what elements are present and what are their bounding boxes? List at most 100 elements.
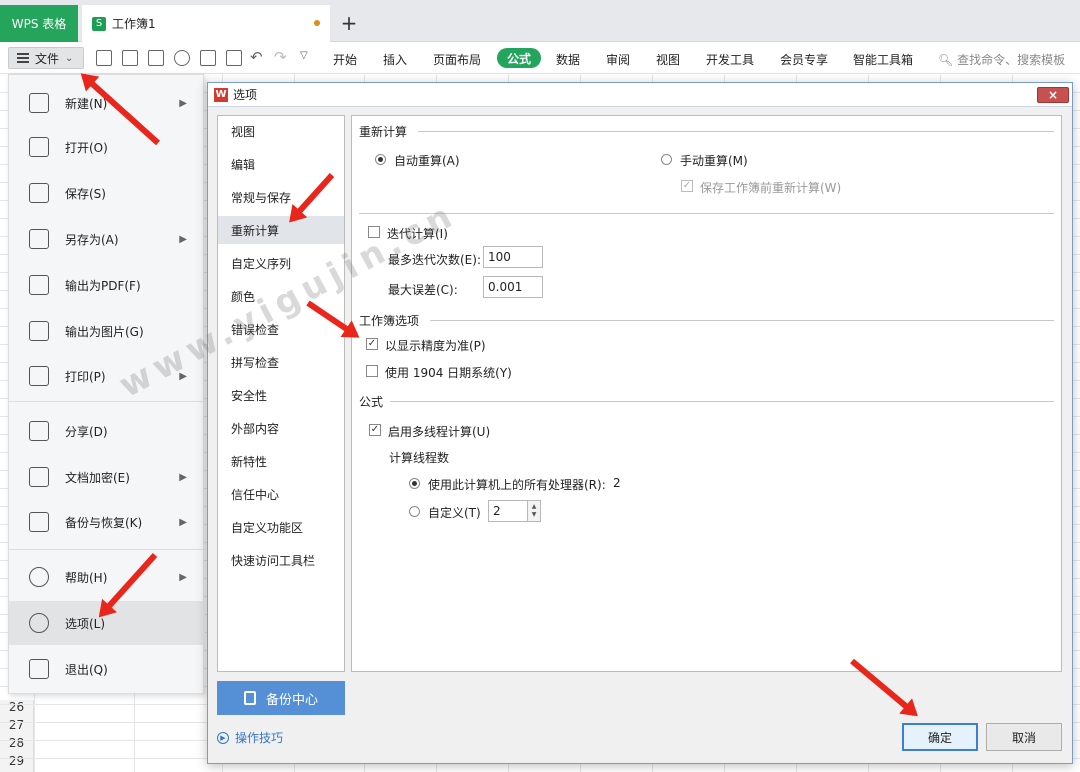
- menu-item-label: 保存(S): [65, 186, 106, 201]
- menu-item-backup[interactable]: 备份与恢复(K) ▶: [9, 502, 205, 542]
- menu-item-export-pdf[interactable]: 输出为PDF(F): [9, 265, 205, 305]
- nav-item-recalc[interactable]: 重新计算: [218, 216, 344, 244]
- tab-formula[interactable]: 公式: [497, 48, 541, 68]
- options-nav: 视图 编辑 常规与保存 重新计算 自定义序列 颜色 错误检查 拼写检查 安全性 …: [217, 115, 345, 672]
- nav-item-new-features[interactable]: 新特性: [218, 447, 344, 475]
- save-recalc-checkbox[interactable]: ✓: [681, 180, 693, 192]
- tab-review[interactable]: 审阅: [606, 51, 630, 68]
- nav-item-spell-check[interactable]: 拼写检查: [218, 348, 344, 376]
- search-box[interactable]: 🔍︎ 查找命令、搜索模板: [938, 51, 1065, 68]
- chevron-right-icon: ▶: [179, 571, 187, 583]
- max-iterations-input[interactable]: 100: [483, 246, 543, 268]
- menu-divider: [9, 401, 205, 402]
- workbook-tab[interactable]: S 工作簿1: [82, 5, 330, 42]
- tab-home[interactable]: 开始: [333, 51, 357, 68]
- menu-item-save-as[interactable]: 另存为(A) ▶: [9, 219, 205, 259]
- menu-item-label: 退出(Q): [65, 662, 108, 677]
- nav-item-trust-center[interactable]: 信任中心: [218, 480, 344, 508]
- manual-recalc-radio[interactable]: [661, 154, 672, 165]
- format-painter-icon[interactable]: [174, 50, 190, 66]
- max-error-input[interactable]: 0.001: [483, 276, 543, 298]
- tips-link[interactable]: ▶ 操作技巧: [217, 729, 283, 746]
- menu-icon: [17, 53, 29, 63]
- section-title-recalc: 重新计算: [359, 125, 408, 139]
- new-file-icon: [29, 93, 49, 113]
- file-label: 文件: [35, 51, 60, 66]
- multithread-checkbox[interactable]: ✓: [369, 424, 381, 436]
- multithread-label: 启用多线程计算(U): [388, 425, 491, 439]
- chevron-right-icon: ▶: [179, 97, 187, 109]
- quick-access-dropdown-icon[interactable]: ▽: [300, 50, 308, 61]
- redo-icon[interactable]: ↷: [274, 48, 287, 66]
- exit-icon: [29, 659, 49, 679]
- menu-item-encrypt[interactable]: 文档加密(E) ▶: [9, 457, 205, 497]
- use-all-processors-radio[interactable]: [409, 478, 420, 489]
- nav-item-view[interactable]: 视图: [218, 117, 344, 145]
- nav-item-ribbon[interactable]: 自定义功能区: [218, 513, 344, 541]
- save-icon[interactable]: [148, 50, 164, 66]
- cancel-button[interactable]: 取消: [986, 723, 1062, 751]
- row-number[interactable]: 27: [0, 718, 34, 736]
- backup-center-button[interactable]: 备份中心: [217, 681, 345, 715]
- nav-item-security[interactable]: 安全性: [218, 381, 344, 409]
- save-icon: [29, 183, 49, 203]
- new-tab-button[interactable]: +: [338, 10, 360, 36]
- nav-item-external[interactable]: 外部内容: [218, 414, 344, 442]
- spin-up-icon[interactable]: ▲: [532, 503, 537, 511]
- tab-smart-tools[interactable]: 智能工具箱: [853, 51, 913, 68]
- open-icon[interactable]: [122, 50, 138, 66]
- date1904-checkbox[interactable]: [366, 365, 378, 377]
- thread-stepper[interactable]: ▲ ▼: [527, 500, 541, 522]
- section-divider: [430, 320, 1054, 321]
- menu-item-label: 打印(P): [65, 369, 106, 384]
- tab-page-layout[interactable]: 页面布局: [433, 51, 481, 68]
- tab-insert[interactable]: 插入: [383, 51, 407, 68]
- play-icon: ▶: [217, 731, 229, 744]
- new-doc-icon[interactable]: [96, 50, 112, 66]
- custom-threads-input[interactable]: 2: [488, 500, 528, 522]
- print-icon[interactable]: [200, 50, 216, 66]
- row-number[interactable]: 29: [0, 754, 34, 772]
- chevron-right-icon: ▶: [179, 516, 187, 528]
- menu-item-save[interactable]: 保存(S): [9, 173, 205, 213]
- row-number[interactable]: 28: [0, 736, 34, 754]
- nav-item-quick-access[interactable]: 快速访问工具栏: [218, 546, 344, 574]
- wps-logo-icon: W: [214, 87, 228, 102]
- dialog-title-bar: W 选项: [208, 83, 1072, 107]
- ok-button[interactable]: 确定: [902, 723, 978, 751]
- menu-item-label: 帮助(H): [65, 570, 108, 585]
- file-menu: 新建(N) ▶ 打开(O) 保存(S) 另存为(A) ▶ 输出为PDF(F) 输出为…: [8, 74, 205, 694]
- precision-checkbox[interactable]: ✓: [366, 338, 378, 350]
- file-menu-button[interactable]: 文件 ⌄: [8, 47, 84, 69]
- menu-item-exit[interactable]: 退出(Q): [9, 649, 205, 689]
- section-title-workbook: 工作簿选项: [359, 314, 420, 328]
- tab-developer[interactable]: 开发工具: [706, 51, 754, 68]
- auto-recalc-radio[interactable]: [375, 154, 386, 165]
- backup-icon: [243, 691, 256, 705]
- dialog-title: 选项: [233, 88, 258, 102]
- undo-icon[interactable]: ↶: [250, 48, 263, 66]
- menu-item-open[interactable]: 打开(O): [9, 127, 205, 167]
- close-button[interactable]: ×: [1037, 87, 1069, 103]
- print-icon: [29, 366, 49, 386]
- menu-item-help[interactable]: 帮助(H) ▶: [9, 557, 205, 597]
- tab-data[interactable]: 数据: [556, 51, 580, 68]
- nav-item-edit[interactable]: 编辑: [218, 150, 344, 178]
- menu-item-new[interactable]: 新建(N) ▶: [9, 83, 205, 123]
- encrypt-icon: [29, 467, 49, 487]
- section-title-formula: 公式: [359, 395, 384, 409]
- menu-item-label: 新建(N): [65, 96, 108, 111]
- print-preview-icon[interactable]: [226, 50, 242, 66]
- options-content: 重新计算 自动重算(A) 手动重算(M) ✓ 保存工作簿前重新计算(W) 迭代计…: [351, 115, 1062, 672]
- menu-item-share[interactable]: 分享(D): [9, 411, 205, 451]
- tab-view[interactable]: 视图: [656, 51, 680, 68]
- nav-item-general-save[interactable]: 常规与保存: [218, 183, 344, 211]
- app-tab[interactable]: WPS 表格: [0, 5, 78, 42]
- row-number[interactable]: 26: [0, 700, 34, 718]
- tab-member[interactable]: 会员专享: [780, 51, 828, 68]
- search-placeholder: 查找命令、搜索模板: [957, 53, 1066, 67]
- pdf-icon: [29, 275, 49, 295]
- custom-threads-radio[interactable]: [409, 506, 420, 517]
- use-all-processors-label: 使用此计算机上的所有处理器(R):: [428, 478, 606, 492]
- spin-down-icon[interactable]: ▼: [532, 511, 537, 519]
